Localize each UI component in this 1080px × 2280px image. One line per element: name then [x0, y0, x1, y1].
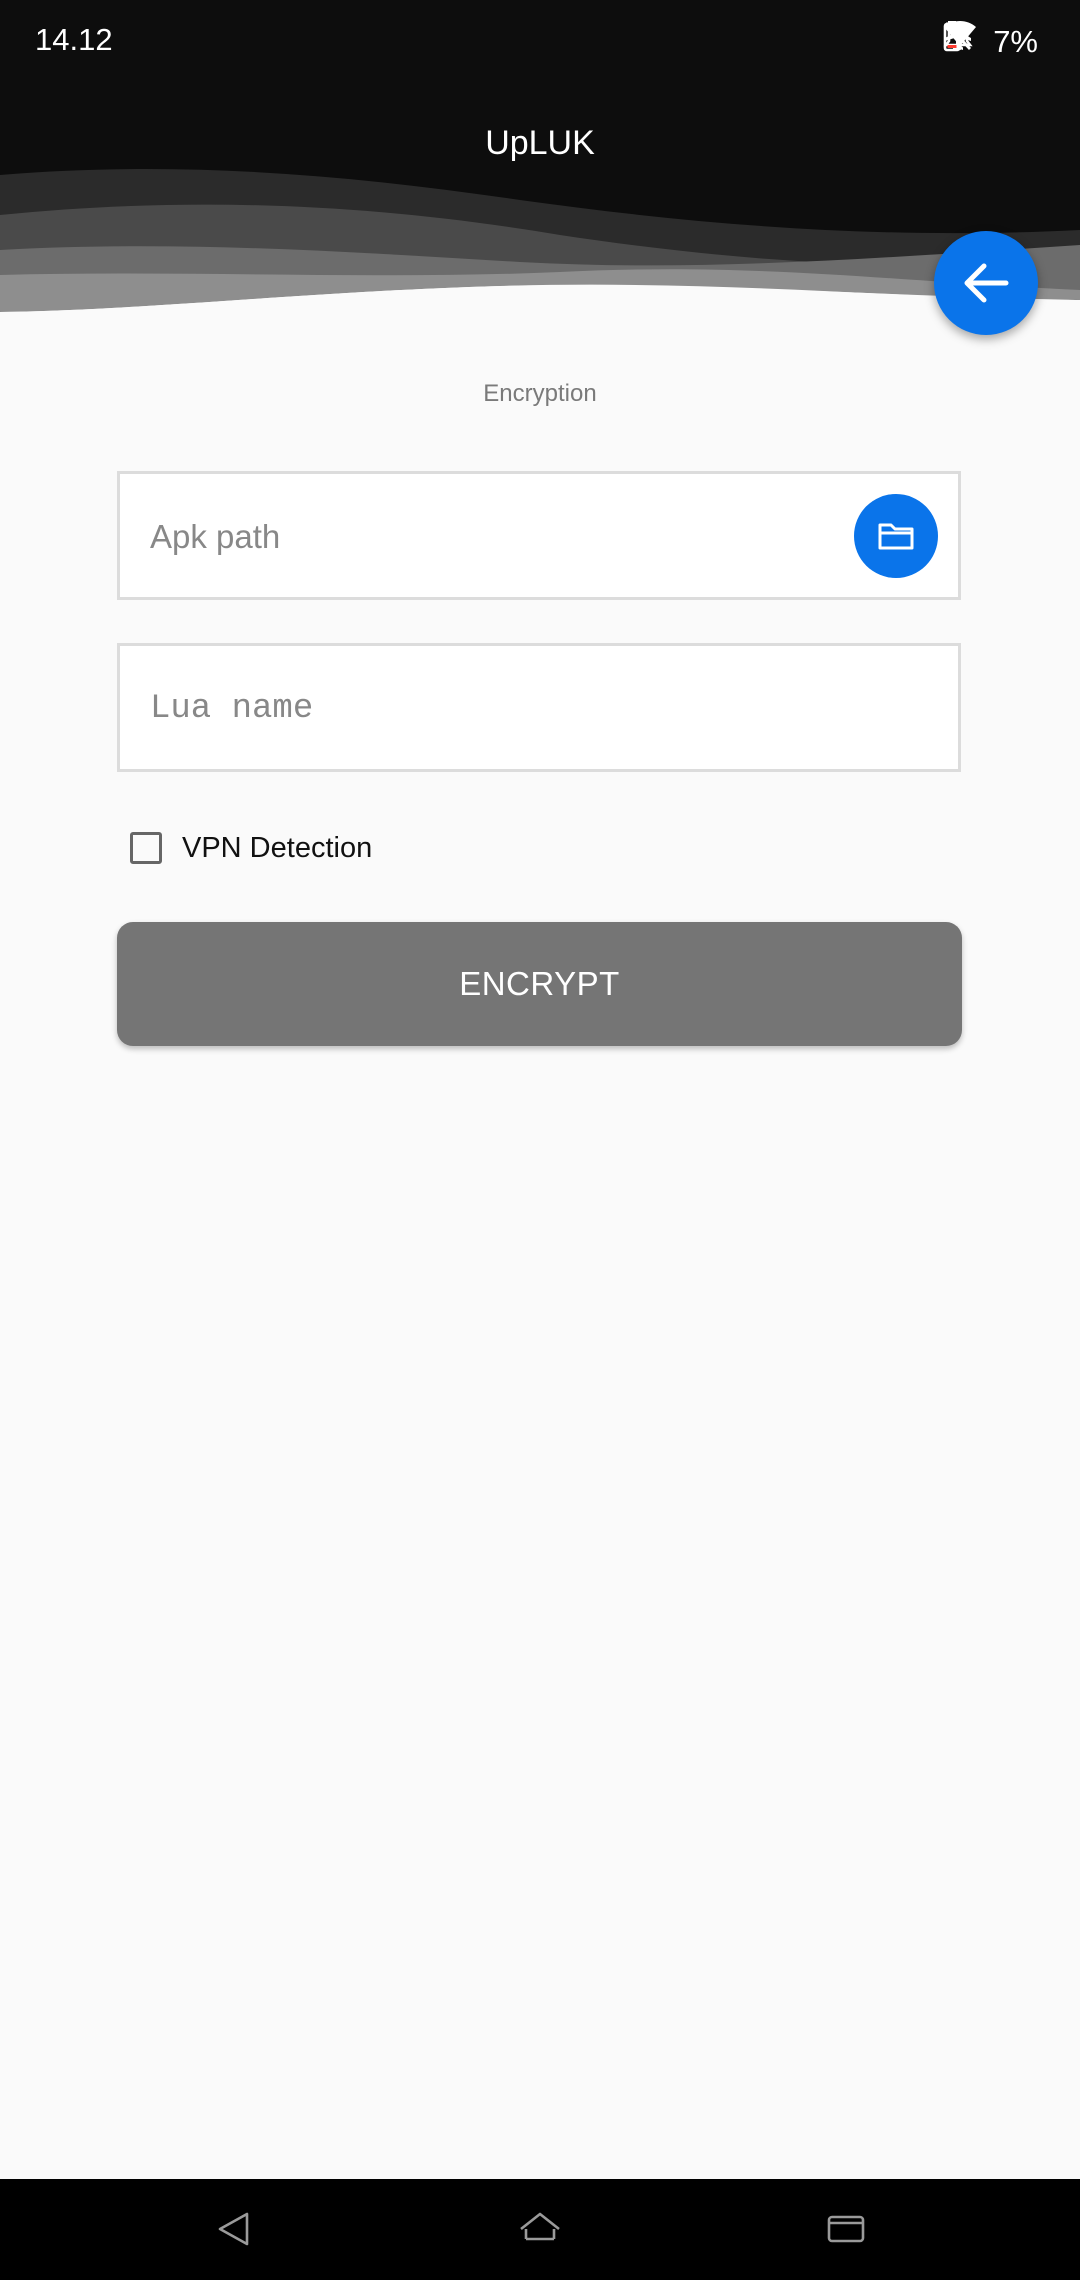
- app-header: 14.12 7% UpLUK: [0, 0, 1080, 320]
- folder-icon: [877, 521, 915, 551]
- apk-path-input[interactable]: [148, 474, 852, 599]
- back-button[interactable]: [934, 231, 1038, 335]
- nav-home-button[interactable]: [510, 2199, 570, 2259]
- battery-percent: 7%: [993, 24, 1038, 59]
- nav-home-icon: [518, 2209, 562, 2249]
- encrypt-button[interactable]: ENCRYPT: [117, 922, 962, 1046]
- vpn-detection-checkbox-row[interactable]: VPN Detection: [130, 826, 372, 870]
- status-time: 14.12: [35, 22, 113, 57]
- apk-path-field: [117, 471, 961, 600]
- status-bar: 14.12 7%: [0, 0, 1080, 84]
- nav-back-icon: [214, 2209, 254, 2249]
- lua-name-field: [117, 643, 961, 772]
- arrow-left-icon: [962, 261, 1010, 305]
- status-icons: 7%: [943, 20, 1038, 64]
- browse-folder-button[interactable]: [854, 494, 938, 578]
- lua-name-input[interactable]: [148, 646, 932, 771]
- section-title: Encryption: [483, 380, 597, 407]
- nav-recents-icon: [826, 2212, 866, 2246]
- screen: 14.12 7% UpLUK Encryption Apk path Lua n…: [0, 0, 1080, 2280]
- nav-back-button[interactable]: [204, 2199, 264, 2259]
- app-title: UpLUK: [485, 124, 595, 162]
- nav-recents-button[interactable]: [816, 2199, 876, 2259]
- vpn-detection-checkbox[interactable]: [130, 832, 162, 864]
- system-navigation-bar: [0, 2179, 1080, 2280]
- vpn-detection-label: VPN Detection: [182, 831, 373, 864]
